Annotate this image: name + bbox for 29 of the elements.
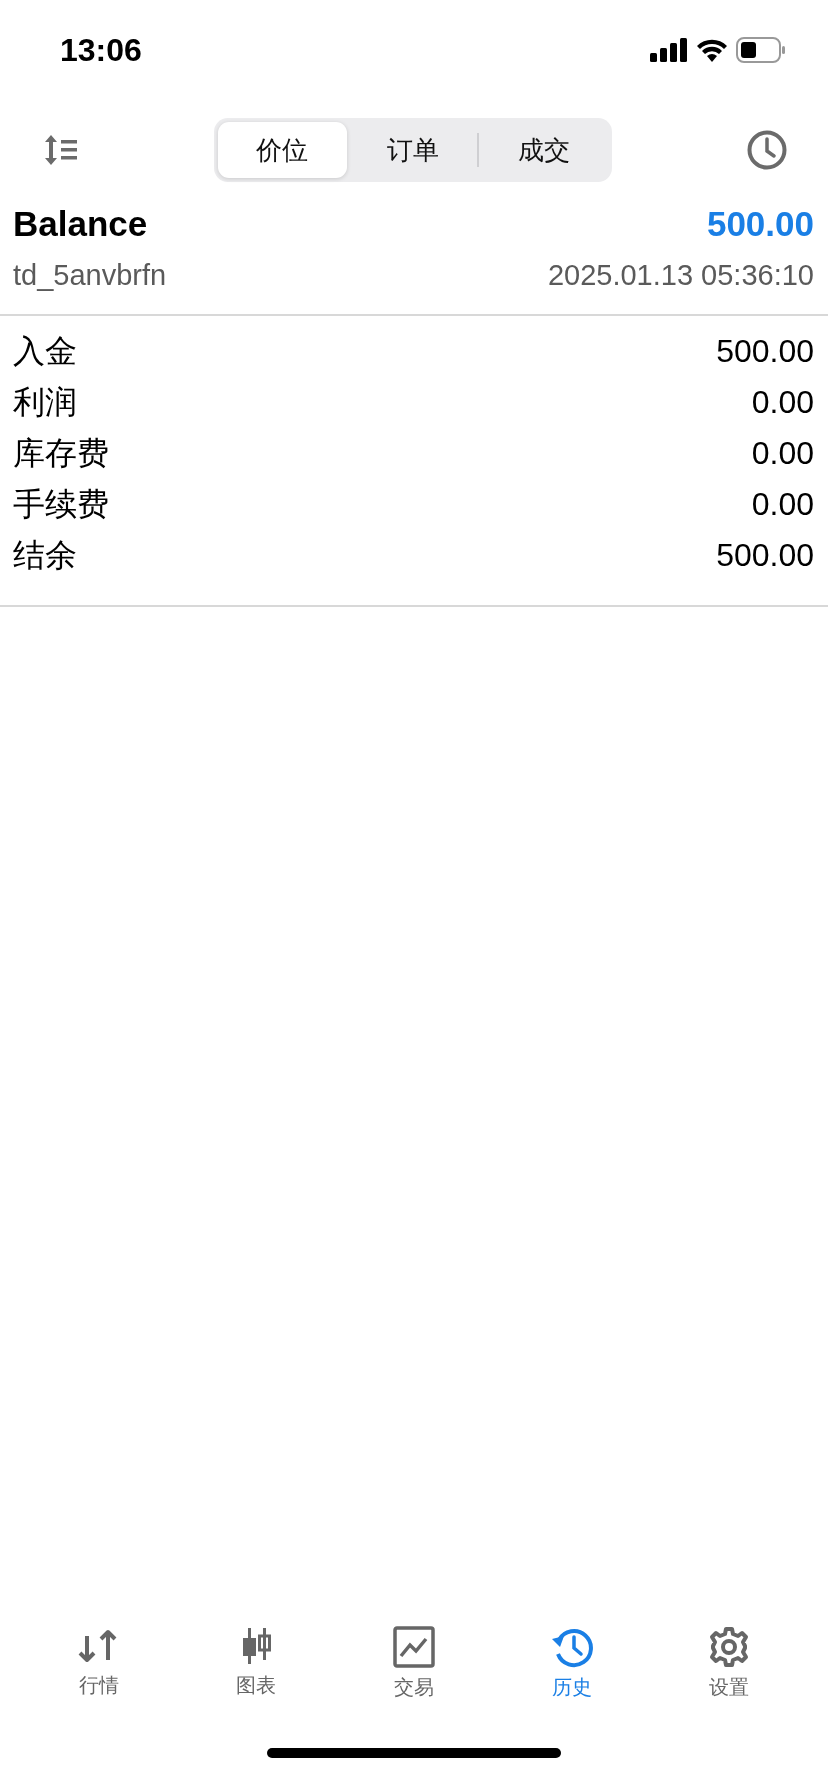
balance-title: Balance [13,203,148,245]
balance-value: 500.00 [706,203,814,245]
segment-tab[interactable]: 成交 [479,122,608,178]
tab-bar-item[interactable]: 设置 [650,1626,808,1736]
row-label: 结余 [13,536,77,575]
account-name: td_5anvbrfn [13,258,167,293]
row-label: 利润 [13,383,77,422]
line-chart-icon [393,1626,435,1668]
row-value: 0.00 [751,383,814,422]
row-label: 库存费 [13,434,109,473]
battery-icon [736,37,786,63]
row-value: 0.00 [751,434,814,473]
segment-tab[interactable]: 价位 [218,122,347,178]
row-value: 500.00 [716,536,814,575]
clock-icon[interactable] [746,129,788,171]
tab-bar-item[interactable]: 图表 [177,1626,336,1736]
signal-icon [650,38,688,62]
settings-icon [708,1626,751,1668]
row-label: 入金 [13,332,77,371]
tab-bar-item[interactable]: 行情 [20,1626,178,1736]
row-value: 0.00 [751,485,814,524]
row-value: 500.00 [716,332,814,371]
tab-bar-item[interactable]: 交易 [335,1626,493,1736]
wifi-icon [696,38,728,62]
row-label: 手续费 [13,485,109,524]
status-time: 13:06 [60,31,142,69]
segment-tab[interactable]: 订单 [348,122,478,178]
date-time: 2025.01.13 05:36:10 [547,258,814,293]
tab-bar-item[interactable]: 历史 [492,1626,651,1736]
